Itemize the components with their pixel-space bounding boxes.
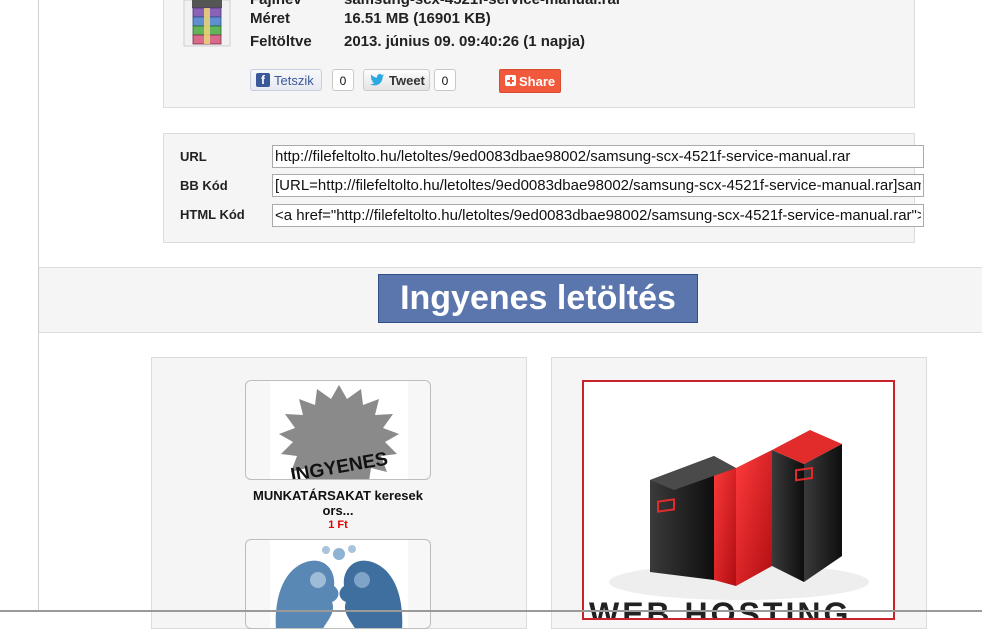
gear-icon — [348, 545, 356, 553]
listing-title-line2: ors... — [322, 503, 354, 518]
gear-icon — [354, 572, 370, 588]
url-field[interactable] — [272, 145, 924, 168]
uploaded-value: 2013. június 09. 09:40:26 (1 napja) — [344, 33, 585, 50]
share-label: Share — [519, 74, 556, 89]
free-download-button[interactable]: Ingyenes letöltés — [378, 274, 698, 323]
server-buildings-image — [609, 430, 869, 600]
twitter-bird-icon — [370, 74, 384, 86]
tweet-button[interactable]: Tweet — [363, 69, 430, 91]
facebook-like-label: Tetszik — [274, 73, 314, 88]
gear-icon — [333, 548, 345, 560]
html-code-label: HTML Kód — [180, 207, 245, 222]
url-label: URL — [180, 149, 207, 164]
facebook-icon: f — [256, 73, 270, 87]
listing-title[interactable]: MUNKATÁRSAKAT keresek ors... — [245, 488, 431, 518]
rar-archive-icon — [183, 0, 231, 47]
plus-icon — [505, 75, 516, 86]
facebook-like-button[interactable]: f Tetszik — [250, 69, 322, 91]
listing-title-line1: MUNKATÁRSAKAT keresek — [253, 488, 423, 503]
html-code-field[interactable] — [272, 204, 924, 227]
gear-icon — [310, 572, 326, 588]
listing-thumbnail[interactable]: INGYENES — [245, 380, 431, 480]
listing-price: 1 Ft — [328, 519, 348, 531]
facebook-like-count: 0 — [332, 69, 354, 91]
file-name-label: Fájlnév — [250, 0, 302, 8]
file-size-value: 16.51 MB (16901 KB) — [344, 10, 491, 27]
share-button[interactable]: Share — [499, 69, 561, 93]
heads-gears-image — [270, 540, 408, 628]
file-name-value: samsung-scx-4521f-service-manual.rar — [344, 0, 622, 8]
tweet-label: Tweet — [389, 73, 425, 88]
file-size-label: Méret — [250, 10, 291, 27]
ad-headline: WEB HOSTING — [589, 596, 852, 620]
listing-thumbnail-2[interactable] — [245, 539, 431, 629]
bb-code-label: BB Kód — [180, 178, 228, 193]
ingyenes-starburst-image: INGYENES — [270, 381, 408, 479]
web-hosting-ad[interactable]: WEB HOSTING — [582, 380, 895, 620]
gear-icon — [322, 546, 330, 554]
uploaded-label: Feltöltve — [250, 33, 312, 50]
bb-code-field[interactable] — [272, 174, 924, 197]
tweet-count: 0 — [434, 69, 456, 91]
